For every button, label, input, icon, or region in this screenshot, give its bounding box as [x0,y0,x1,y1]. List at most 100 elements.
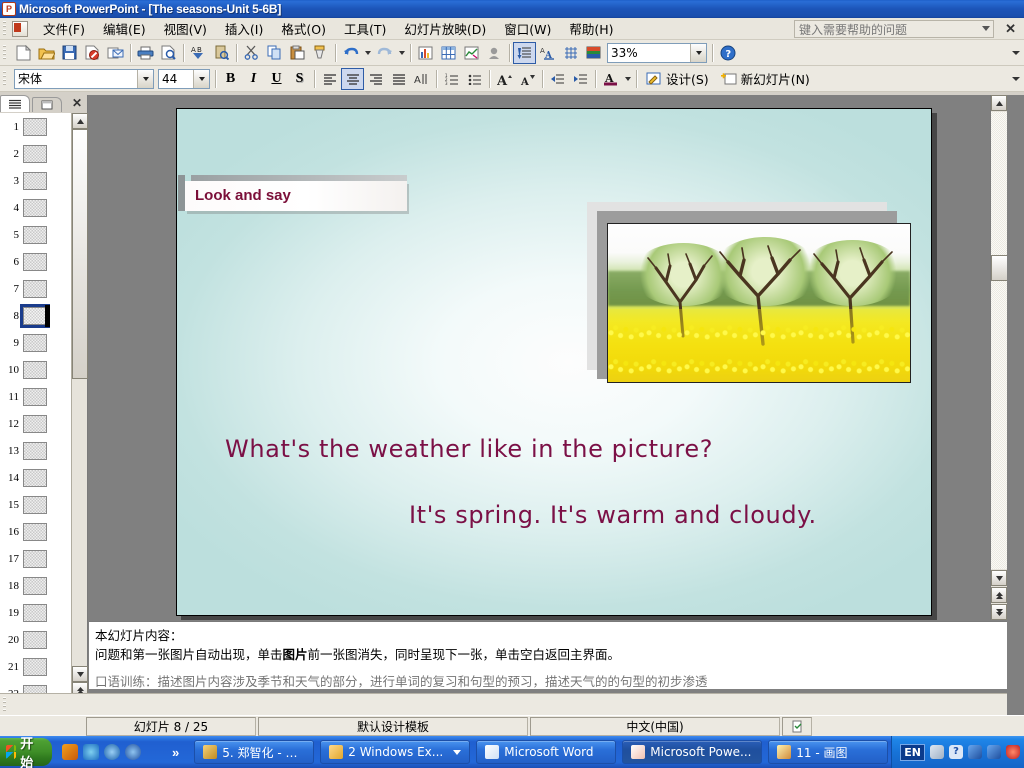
insert-table-icon[interactable] [437,42,460,64]
slide-thumbnail[interactable] [23,630,47,649]
slide-thumbnail-item[interactable]: 12 [0,410,72,437]
slide-picture-frame[interactable] [587,202,911,383]
slide-thumbnail-item[interactable]: 14 [0,464,72,491]
slide-thumbnail-item[interactable]: 21 [0,653,72,680]
menu-edit[interactable]: 编辑(E) [94,16,155,41]
menu-file[interactable]: 文件(F) [34,16,94,41]
taskbar-item-music[interactable]: 5. 郑智化 - 别... [194,740,315,764]
slide-thumbnail-item[interactable]: 2 [0,140,72,167]
slide-thumbnail-item[interactable]: 10 [0,356,72,383]
redo-dropdown-icon[interactable] [396,42,407,64]
chevron-down-icon[interactable] [982,26,990,31]
font-size-dropdown-icon[interactable] [193,69,209,88]
cut-icon[interactable] [240,42,263,64]
slide-thumbnail-item[interactable]: 6 [0,248,72,275]
slide-thumbnail-item[interactable]: 18 [0,572,72,599]
close-pane-icon[interactable]: ✕ [72,96,82,110]
formatting-toolbar-grip[interactable] [3,70,10,87]
slide-title-banner[interactable]: Look and say [178,175,407,211]
slide-thumbnail-item[interactable]: 5 [0,221,72,248]
insert-clipart-icon[interactable] [483,42,506,64]
zoom-dropdown-icon[interactable] [690,43,706,62]
slide-thumbnail[interactable] [23,117,47,136]
scroll-down-icon[interactable] [991,570,1007,586]
scroll-down-icon[interactable] [72,666,88,682]
help-icon[interactable]: ? [716,42,739,64]
ime-pen-icon[interactable] [929,745,944,759]
drawing-toolbar-grip[interactable] [3,696,10,713]
slide-thumbnail-item[interactable]: 17 [0,545,72,572]
copy-icon[interactable] [263,42,286,64]
slide-thumbnail-item[interactable]: 13 [0,437,72,464]
insert-diagram-icon[interactable] [460,42,483,64]
notes-pane[interactable]: 本幻灯片内容： 问题和第一张图片自动出现，单击图片前一张图消失，同时呈现下一张，… [89,621,1007,689]
spelling-icon[interactable]: AB [187,42,210,64]
align-left-button[interactable] [318,68,341,90]
current-slide[interactable]: Look and say What's the weather like in … [176,108,932,616]
print-icon[interactable] [134,42,157,64]
menu-help[interactable]: 帮助(H) [560,16,622,41]
zoom-combo[interactable]: 33% [607,42,707,63]
outline-tab[interactable] [0,95,30,112]
slide-thumbnail-item[interactable]: 7 [0,275,72,302]
slide-pane-scrollbar[interactable] [71,113,88,698]
slide-thumbnail-item[interactable]: 16 [0,518,72,545]
shadow-button[interactable]: S [288,68,311,90]
justify-button[interactable] [387,68,410,90]
messenger-icon[interactable] [83,744,100,760]
italic-button[interactable]: I [242,68,265,90]
numbering-button[interactable]: 123 [440,68,463,90]
scroll-up-icon[interactable] [991,95,1007,111]
close-document-icon[interactable]: ✕ [1005,21,1016,37]
format-painter-icon[interactable] [309,42,332,64]
undo-dropdown-icon[interactable] [362,42,373,64]
slide-answer-text[interactable]: It's spring. It's warm and cloudy. [409,501,817,529]
slide-thumbnail[interactable] [23,414,47,433]
slide-thumbnail[interactable] [23,576,47,595]
undo-icon[interactable] [339,42,362,64]
spring-landscape-photo[interactable] [607,223,911,383]
font-name-dropdown-icon[interactable] [137,69,153,88]
slide-thumbnail[interactable] [23,333,47,352]
slide-thumbnail-item[interactable]: 8 [0,302,72,329]
menu-format[interactable]: 格式(O) [272,16,335,41]
slide-area-scrollbar[interactable] [990,95,1007,620]
menu-slideshow[interactable]: 幻灯片放映(D) [395,16,495,41]
toolbar-options-icon[interactable] [1010,44,1022,62]
save-icon[interactable] [58,42,81,64]
slide-thumbnail-item[interactable]: 9 [0,329,72,356]
input-language-indicator[interactable]: EN [900,743,925,761]
standard-toolbar-grip[interactable] [3,44,10,61]
expand-all-icon[interactable] [513,41,536,64]
underline-button[interactable]: U [265,68,288,90]
slide-thumbnail[interactable] [23,657,47,676]
quick-launch-overflow-icon[interactable]: » [172,745,179,760]
slide-thumbnail[interactable] [23,171,47,190]
menu-grip[interactable] [3,20,10,37]
bold-button[interactable]: B [219,68,242,90]
insert-chart-icon[interactable] [414,42,437,64]
network-disconnected-1-icon[interactable] [967,745,982,759]
design-button[interactable]: 设计(S) [640,68,715,90]
scroll-thumb[interactable] [991,255,1007,281]
menu-view[interactable]: 视图(V) [155,16,216,41]
show-grid-icon[interactable] [559,42,582,64]
increase-indent-button[interactable] [569,68,592,90]
scroll-up-icon[interactable] [72,113,88,129]
slide-thumbnail-item[interactable]: 1 [0,113,72,140]
taskbar-item-explorer[interactable]: 2 Windows Ex... [320,740,471,764]
taskbar-item-word[interactable]: Microsoft Word [476,740,617,764]
menu-window[interactable]: 窗口(W) [495,16,560,41]
font-size-combo[interactable]: 44 [158,68,210,89]
scroll-thumb[interactable] [72,129,88,379]
bullets-button[interactable] [463,68,486,90]
font-color-dropdown-icon[interactable] [622,68,633,90]
slide-thumbnail-item[interactable]: 3 [0,167,72,194]
new-slide-button[interactable]: 新幻灯片(N) [715,68,816,90]
slide-thumbnail[interactable] [23,468,47,487]
realplayer-icon[interactable] [104,744,121,760]
scroll-track[interactable] [991,112,1007,569]
redo-icon[interactable] [373,42,396,64]
slide-thumbnail[interactable] [23,441,47,460]
player-icon[interactable] [125,744,142,760]
